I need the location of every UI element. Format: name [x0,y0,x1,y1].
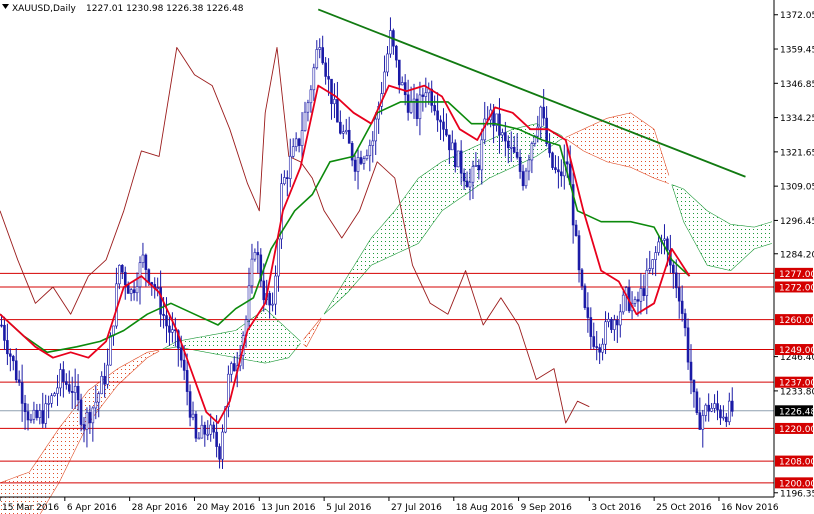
price-tick-label: 1296.45 [780,217,814,227]
level-label-7: 1200.00 [779,479,814,489]
time-tick-label: 15 Mar 2016 [2,503,59,513]
candle [583,283,587,310]
time-tick-label: 25 Oct 2016 [656,503,712,513]
time-tick-label: 27 Jul 2016 [391,503,442,513]
ohlc-label: 1227.01 1230.98 1226.38 1226.48 [86,4,244,14]
candle [194,410,198,443]
chart-window[interactable]: 1372.05 1359.45 1346.85 1334.25 1321.65 1309.… [0,0,814,514]
current-price-label: 1226.48 [779,407,814,417]
price-tick-label: 1233.80 [780,387,814,397]
price-tick-label: 1346.85 [780,80,814,90]
level-label-6: 1208.00 [779,458,814,468]
time-tick-label: 5 Jul 2016 [326,503,371,513]
candle [551,151,554,170]
candle [695,388,699,416]
time-tick-label: 28 Apr 2016 [132,503,188,513]
level-label-0: 1277.00 [779,270,814,280]
price-tick-label: 1284.20 [780,250,814,260]
price-tick-label: 1309.05 [780,183,814,193]
time-tick-label: 3 Oct 2016 [591,503,641,513]
time-tick-label: 6 Apr 2016 [67,503,117,513]
level-label-1: 1272.00 [779,283,814,293]
level-label-4: 1237.00 [779,379,814,389]
price-tick-label: 1334.25 [780,114,814,124]
symbol-label: XAUUSD,Daily [12,4,76,14]
price-tick-label: 1196.35 [780,489,814,499]
candle [456,150,460,168]
time-tick-label: 16 Nov 2016 [721,503,779,513]
chart-header: XAUUSD,Daily 1227.01 1230.98 1226.38 122… [2,4,244,14]
candle [524,167,528,189]
level-label-5: 1220.00 [779,425,814,435]
time-tick-label: 13 Jun 2016 [261,503,315,513]
price-tick-label: 1372.05 [780,11,814,21]
price-tick-label: 1359.45 [780,46,814,56]
time-tick-label: 18 Aug 2016 [456,503,514,513]
time-tick-label: 9 Sep 2016 [521,503,573,513]
level-label-3: 1249.00 [779,346,814,356]
price-tick-label: 1321.65 [780,148,814,158]
chart-background [0,0,814,514]
time-tick-label: 20 May 2016 [196,503,255,513]
level-label-2: 1260.00 [779,316,814,326]
candlestick-chart[interactable]: 1372.05 1359.45 1346.85 1334.25 1321.65 1309.… [0,0,814,514]
